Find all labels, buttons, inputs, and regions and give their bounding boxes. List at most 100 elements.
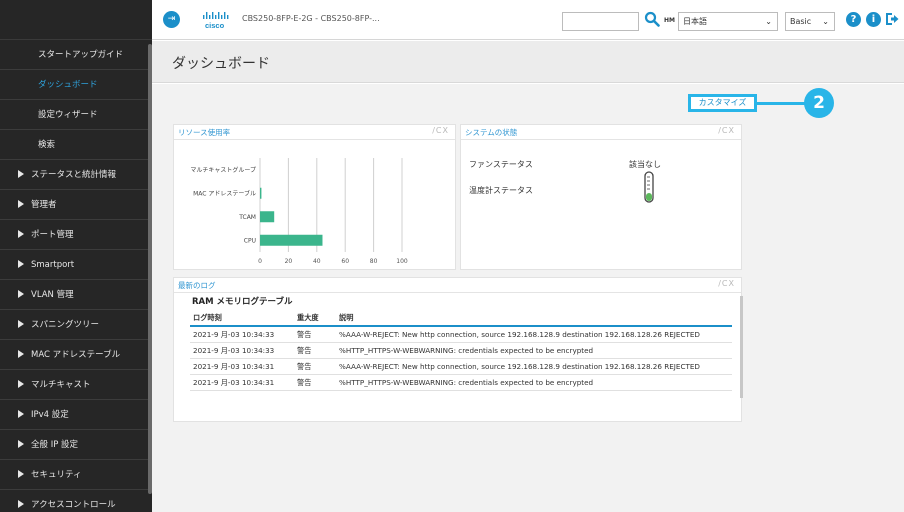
sidebar-item[interactable]: ポート管理	[0, 220, 152, 250]
bar	[260, 234, 323, 246]
log-description: %HTTP_HTTPS-W-WEBWARNING: credentials ex…	[336, 342, 732, 359]
sidebar-item[interactable]: 設定ウィザード	[0, 100, 152, 130]
widget-tools-icon[interactable]: /CX	[718, 279, 735, 288]
sidebar-item[interactable]: ダッシュボード	[0, 70, 152, 100]
column-header-description[interactable]: 説明	[336, 310, 732, 327]
language-select[interactable]: 日本語 ⌄	[678, 12, 778, 31]
sidebar-item-label: IPv4 設定	[31, 410, 69, 420]
log-severity: 警告	[294, 326, 336, 343]
expand-arrow-icon	[18, 230, 24, 238]
sidebar-item[interactable]: VLAN 管理	[0, 280, 152, 310]
sidebar-item[interactable]: ステータスと統計情報	[0, 160, 152, 190]
fan-status-value: 該当なし	[629, 160, 661, 169]
sidebar-item[interactable]: アクセスコントロール	[0, 490, 152, 512]
mode-value: Basic	[790, 17, 812, 26]
expand-arrow-icon	[18, 410, 24, 418]
sidebar-item-label: マルチキャスト	[31, 380, 91, 390]
sidebar-item-label: スタートアップガイド	[38, 50, 124, 60]
chevron-down-icon: ⌄	[822, 17, 829, 26]
info-icon[interactable]: i	[866, 12, 881, 27]
sidebar-item[interactable]: MAC アドレステーブル	[0, 340, 152, 370]
sidebar-item[interactable]: スパニングツリー	[0, 310, 152, 340]
help-icon[interactable]: ?	[846, 12, 861, 27]
expand-arrow-icon	[18, 500, 24, 508]
customize-button[interactable]: カスタマイズ	[688, 94, 757, 112]
log-row[interactable]: 2021-9 月-03 10:34:33 警告 %HTTP_HTTPS-W-WEBW…	[190, 342, 732, 359]
log-time: 2021-9 月-03 10:34:33	[190, 326, 294, 343]
widget-tools-icon[interactable]: /CX	[432, 126, 449, 135]
expand-arrow-icon	[18, 380, 24, 388]
category-label: マルチキャストグループ	[190, 166, 256, 174]
sidebar-item-label: ステータスと統計情報	[31, 170, 117, 180]
resource-chart: 0 20 40 60 80 100 マルチキャストグループ MAC アドレステーブル TCAM C…	[190, 158, 408, 265]
menu-toggle-icon[interactable]: ⇥	[163, 11, 180, 28]
page-title: ダッシュボード	[172, 56, 270, 72]
log-severity: 警告	[294, 358, 336, 375]
widget-header: システムの状態 /CX	[461, 125, 741, 140]
sidebar-header	[0, 0, 152, 40]
x-tick-label: 0	[258, 258, 262, 265]
sidebar: スタートアップガイド ダッシュボード設定ウィザード 検索ステータスと統計情報管理者ポ…	[0, 0, 152, 512]
sidebar-item[interactable]: 検索	[0, 130, 152, 160]
sidebar-item[interactable]: セキュリティ	[0, 460, 152, 490]
sidebar-item[interactable]: マルチキャスト	[0, 370, 152, 400]
expand-arrow-icon	[18, 350, 24, 358]
category-label: TCAM	[238, 214, 256, 221]
svg-text:cisco: cisco	[205, 21, 225, 30]
sidebar-item[interactable]: スタートアップガイド	[0, 40, 152, 70]
search-icon[interactable]	[644, 11, 660, 27]
category-label: MAC アドレステーブル	[193, 189, 256, 197]
device-name: CBS250-8FP-E-2G - CBS250-8FP-...	[242, 14, 380, 23]
log-row[interactable]: 2021-9 月-03 10:34:31 警告 %AAA-W-REJECT: New…	[190, 358, 732, 375]
sidebar-item[interactable]: IPv4 設定	[0, 400, 152, 430]
x-tick-label: 40	[313, 258, 321, 265]
sidebar-item-label: VLAN 管理	[31, 290, 74, 300]
widget-header: 最新のログ /CX	[174, 278, 741, 293]
widget-title: システムの状態	[465, 128, 518, 137]
cisco-logo: cisco	[203, 12, 229, 30]
expand-arrow-icon	[18, 320, 24, 328]
log-description: %HTTP_HTTPS-W-WEBWARNING: credentials ex…	[336, 374, 732, 391]
log-row[interactable]: 2021-9 月-03 10:34:31 警告 %HTTP_HTTPS-W-WEBW…	[190, 374, 732, 391]
sidebar-item-label: セキュリティ	[31, 470, 82, 480]
hm-label: HM	[664, 17, 675, 24]
expand-arrow-icon	[18, 290, 24, 298]
callout-line	[757, 102, 809, 105]
log-time: 2021-9 月-03 10:34:31	[190, 374, 294, 391]
widget-title: リソース使用率	[178, 128, 231, 137]
resource-usage-widget: リソース使用率 /CX 0 20 40 60 80 100 マルチキャストグループ MAC ア…	[173, 124, 456, 270]
logout-icon[interactable]	[885, 11, 899, 27]
x-tick-label: 100	[396, 258, 408, 265]
log-description: %AAA-W-REJECT: New http connection, sour…	[336, 326, 732, 343]
log-time: 2021-9 月-03 10:34:31	[190, 358, 294, 375]
expand-arrow-icon	[18, 470, 24, 478]
sidebar-item-label: Smartport	[31, 260, 75, 270]
top-header: ⇥ cisco CBS250-8FP-E-2G - CBS250-8FP-...…	[152, 0, 904, 40]
sidebar-item[interactable]: Smartport	[0, 250, 152, 280]
language-value: 日本語	[683, 17, 707, 26]
sidebar-item-label: ポート管理	[31, 230, 74, 240]
category-label: CPU	[244, 237, 256, 244]
log-scrollbar[interactable]	[740, 296, 743, 398]
log-row[interactable]: 2021-9 月-03 10:34:33 警告 %AAA-W-REJECT: New…	[190, 326, 732, 343]
widget-header: リソース使用率 /CX	[174, 125, 455, 140]
sidebar-item[interactable]: 管理者	[0, 190, 152, 220]
thermometer-status-label: 温度計ステータス	[469, 186, 533, 195]
column-header-time[interactable]: ログ時刻	[190, 310, 294, 327]
mode-select[interactable]: Basic ⌄	[785, 12, 835, 31]
log-time: 2021-9 月-03 10:34:33	[190, 342, 294, 359]
sidebar-item-label: ダッシュボード	[38, 80, 98, 90]
column-header-severity[interactable]: 重大度	[294, 310, 336, 327]
widget-tools-icon[interactable]: /CX	[718, 126, 735, 135]
sidebar-item[interactable]: 全般 IP 設定	[0, 430, 152, 460]
search-input[interactable]	[562, 12, 639, 31]
fan-status-label: ファンステータス	[469, 160, 533, 169]
expand-arrow-icon	[18, 200, 24, 208]
recent-log-widget: 最新のログ /CX RAM メモリログテーブル ログ時刻 重大度 説明 2021…	[173, 277, 743, 422]
x-tick-label: 60	[341, 258, 349, 265]
log-description: %AAA-W-REJECT: New http connection, sour…	[336, 358, 732, 375]
chevron-down-icon: ⌄	[765, 17, 772, 26]
log-table-header: ログ時刻 重大度 説明	[190, 310, 732, 327]
log-severity: 警告	[294, 374, 336, 391]
expand-arrow-icon	[18, 260, 24, 268]
